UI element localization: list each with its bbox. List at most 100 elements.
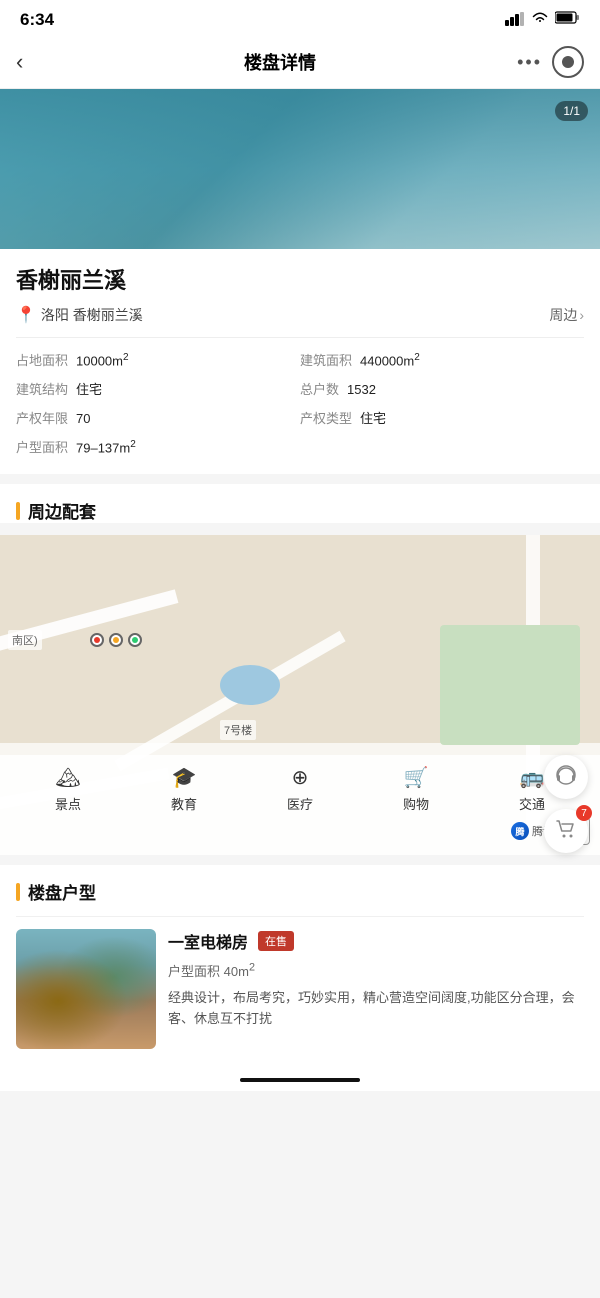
surrounding-section: 周边配套 bbox=[0, 484, 600, 523]
more-button[interactable]: ••• bbox=[517, 52, 542, 73]
shopping-label: 购物 bbox=[403, 794, 429, 813]
floorplan-info: 一室电梯房 在售 户型面积 40m2 经典设计，布局考究，巧妙实用，精心营造空间… bbox=[168, 929, 584, 1049]
marker-dot-3 bbox=[128, 633, 142, 647]
back-button[interactable]: ‹ bbox=[16, 49, 56, 75]
property-location: 📍 洛阳 香榭丽兰溪 周边 › bbox=[16, 305, 584, 338]
building-label: 7号楼 bbox=[220, 720, 256, 740]
floorplan-status-badge: 在售 bbox=[258, 931, 294, 951]
cart-badge: 7 bbox=[576, 805, 592, 821]
detail-value: 70 bbox=[76, 411, 90, 426]
shopping-icon: 🛒 bbox=[404, 765, 429, 790]
floorplan-room-type: 一室电梯房 bbox=[168, 929, 248, 953]
property-details: 占地面积 10000m2 建筑面积 440000m2 建筑结构 住宅 总户数 1… bbox=[16, 338, 584, 464]
detail-value: 79–137m2 bbox=[76, 439, 136, 455]
floorplan-image-inner bbox=[16, 929, 156, 1049]
bottom-area bbox=[0, 1061, 600, 1091]
signal-icon bbox=[505, 12, 525, 29]
map-container[interactable]: 7号楼 南区) 🏔 景点 🎓 教育 bbox=[0, 535, 600, 855]
headset-icon bbox=[555, 764, 577, 791]
cart-icon bbox=[555, 818, 577, 845]
header: ‹ 楼盘详情 ••• bbox=[0, 36, 600, 89]
section-bar-icon-2 bbox=[16, 883, 20, 901]
chevron-right-icon: › bbox=[579, 307, 584, 323]
detail-item: 占地面积 10000m2 bbox=[16, 350, 300, 369]
detail-item: 总户数 1532 bbox=[300, 379, 584, 398]
detail-value: 住宅 bbox=[360, 408, 386, 427]
map-overlay: 🏔 景点 🎓 教育 ⊕ 医疗 🛒 购物 🚌 交通 bbox=[0, 755, 600, 855]
section-separator bbox=[0, 474, 600, 484]
detail-label: 产权年限 bbox=[16, 408, 68, 427]
location-left: 📍 洛阳 香榭丽兰溪 bbox=[16, 305, 143, 325]
floorplan-section-label: 楼盘户型 bbox=[28, 879, 96, 904]
medical-label: 医疗 bbox=[287, 794, 313, 813]
detail-item: 建筑结构 住宅 bbox=[16, 379, 300, 398]
page-title: 楼盘详情 bbox=[56, 49, 504, 75]
map-btn-education[interactable]: 🎓 教育 bbox=[171, 765, 197, 813]
property-marker bbox=[90, 633, 142, 647]
detail-label: 建筑面积 bbox=[300, 350, 352, 369]
property-info: 香榭丽兰溪 📍 洛阳 香榭丽兰溪 周边 › 占地面积 10000m2 建筑面积 … bbox=[0, 249, 600, 474]
wifi-icon bbox=[531, 11, 549, 29]
floorplan-desc: 经典设计，布局考究，巧妙实用，精心营造空间阔度,功能区分合理，会客、休息互不打扰 bbox=[168, 988, 584, 1030]
medical-icon: ⊕ bbox=[292, 765, 309, 790]
transit-label: 交通 bbox=[519, 794, 545, 813]
detail-label: 总户数 bbox=[300, 379, 339, 398]
status-icons bbox=[505, 11, 580, 29]
map-btn-scenery[interactable]: 🏔 景点 bbox=[55, 765, 81, 813]
bottom-indicator bbox=[240, 1078, 360, 1082]
tencent-icon: 腾 bbox=[511, 822, 529, 840]
section-bar-icon bbox=[16, 502, 20, 520]
status-bar: 6:34 bbox=[0, 0, 600, 36]
floorplan-area-value: 40m2 bbox=[224, 964, 255, 979]
hero-image: 1/1 bbox=[0, 89, 600, 249]
status-time: 6:34 bbox=[20, 10, 54, 30]
header-actions: ••• bbox=[504, 46, 584, 78]
education-icon: 🎓 bbox=[172, 765, 197, 790]
floorplan-image bbox=[16, 929, 156, 1049]
property-name: 香榭丽兰溪 bbox=[16, 263, 584, 295]
detail-item: 户型面积 79–137m2 bbox=[16, 437, 584, 456]
floorplan-title-row: 一室电梯房 在售 bbox=[168, 929, 584, 953]
floorplan-title: 楼盘户型 bbox=[16, 879, 584, 904]
cart-button[interactable]: 7 bbox=[544, 809, 588, 853]
education-label: 教育 bbox=[171, 794, 197, 813]
hero-badge: 1/1 bbox=[555, 101, 588, 121]
float-buttons: 7 bbox=[544, 755, 588, 855]
location-text: 洛阳 香榭丽兰溪 bbox=[41, 305, 143, 325]
detail-value: 10000m2 bbox=[76, 352, 129, 368]
surrounding-section-label: 周边配套 bbox=[28, 498, 96, 523]
map-bottom-bar: 腾 腾讯 bbox=[0, 813, 600, 849]
detail-value: 1532 bbox=[347, 382, 376, 397]
record-button[interactable] bbox=[552, 46, 584, 78]
detail-item: 产权类型 住宅 bbox=[300, 408, 584, 427]
battery-icon bbox=[555, 11, 580, 29]
surrounding-title: 周边配套 bbox=[16, 498, 584, 523]
area-label-left: 南区) bbox=[8, 630, 42, 650]
headset-button[interactable] bbox=[544, 755, 588, 799]
detail-label: 占地面积 bbox=[16, 350, 68, 369]
surrounding-link[interactable]: 周边 › bbox=[549, 305, 584, 325]
floorplan-area-label: 户型面积 bbox=[168, 964, 220, 979]
floorplan-section: 楼盘户型 一室电梯房 在售 户型面积 40m2 经典设计，布局考究，巧妙实用，精… bbox=[0, 865, 600, 1061]
detail-value: 440000m2 bbox=[360, 352, 420, 368]
map-btn-shopping[interactable]: 🛒 购物 bbox=[403, 765, 429, 813]
transit-icon: 🚌 bbox=[520, 765, 545, 790]
detail-value: 住宅 bbox=[76, 379, 102, 398]
scenery-label: 景点 bbox=[55, 794, 81, 813]
marker-dot-2 bbox=[109, 633, 123, 647]
detail-label: 建筑结构 bbox=[16, 379, 68, 398]
detail-item: 产权年限 70 bbox=[16, 408, 300, 427]
surrounding-label: 周边 bbox=[549, 305, 577, 325]
map-btn-transit[interactable]: 🚌 交通 bbox=[519, 765, 545, 813]
detail-item: 建筑面积 440000m2 bbox=[300, 350, 584, 369]
floorplan-area: 户型面积 40m2 bbox=[168, 961, 584, 980]
detail-label: 户型面积 bbox=[16, 437, 68, 456]
location-pin-icon: 📍 bbox=[16, 305, 36, 325]
map-buttons: 🏔 景点 🎓 教育 ⊕ 医疗 🛒 购物 🚌 交通 bbox=[0, 765, 600, 813]
detail-label: 产权类型 bbox=[300, 408, 352, 427]
marker-dot bbox=[90, 633, 104, 647]
floorplan-card[interactable]: 一室电梯房 在售 户型面积 40m2 经典设计，布局考究，巧妙实用，精心营造空间… bbox=[16, 916, 584, 1061]
record-icon bbox=[562, 56, 574, 68]
scenery-icon: 🏔 bbox=[55, 765, 80, 790]
map-btn-medical[interactable]: ⊕ 医疗 bbox=[287, 765, 313, 813]
